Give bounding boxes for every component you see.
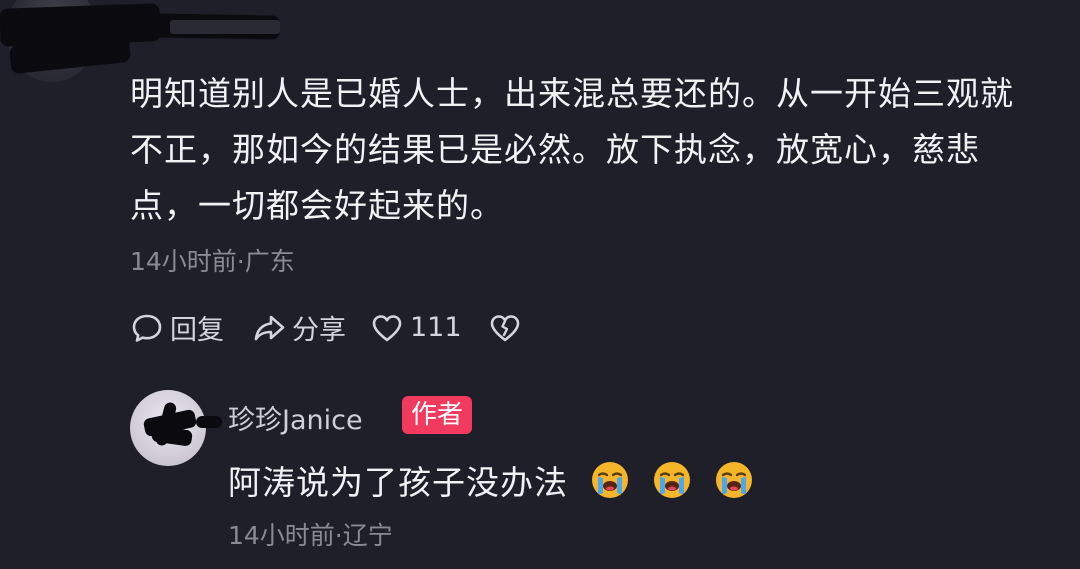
comment-actions: 回复 分享 111 (130, 308, 528, 347)
heart-icon (372, 314, 402, 341)
reply-author-name[interactable]: 珍珍Janice (228, 398, 363, 437)
reply-meta: 14小时前·辽宁 (228, 521, 393, 550)
comment-line: 明知道别人是已婚人士，出来混总要还的。从一开始三观就 (130, 74, 1014, 113)
dislike-button[interactable] (488, 311, 528, 345)
redaction-mark (196, 416, 222, 428)
reply-text: 阿涛说为了孩子没办法 (228, 463, 568, 502)
reply-body: 阿涛说为了孩子没办法 (228, 456, 754, 504)
like-count: 111 (410, 312, 462, 343)
redacted-username (170, 20, 280, 34)
chat-bubble-icon (132, 314, 162, 342)
comment-meta: 14小时前·广东 (130, 247, 295, 276)
share-button[interactable]: 分享 (252, 308, 346, 347)
reply-author-avatar[interactable] (130, 390, 206, 466)
reply-label: 回复 (170, 315, 224, 346)
crying-face-icon (592, 462, 628, 498)
comment-line: 不正，那如今的结果已是必然。放下执念，放宽心，慈悲 (130, 130, 980, 169)
crying-face-icon (716, 462, 752, 498)
broken-heart-icon (490, 314, 519, 341)
like-button[interactable]: 111 (370, 311, 462, 345)
comment-body: 明知道别人是已婚人士，出来混总要还的。从一开始三观就 不正，那如今的结果已是必然… (130, 66, 1060, 234)
share-arrow-icon (254, 315, 285, 340)
share-label: 分享 (292, 315, 346, 346)
comment-line: 点，一切都会好起来的。 (130, 186, 504, 225)
author-badge: 作者 (402, 396, 473, 434)
crying-face-icon (654, 462, 690, 498)
reply-button[interactable]: 回复 (130, 308, 224, 347)
comment-thread: 明知道别人是已婚人士，出来混总要还的。从一开始三观就 不正，那如今的结果已是必然… (0, 0, 1080, 569)
